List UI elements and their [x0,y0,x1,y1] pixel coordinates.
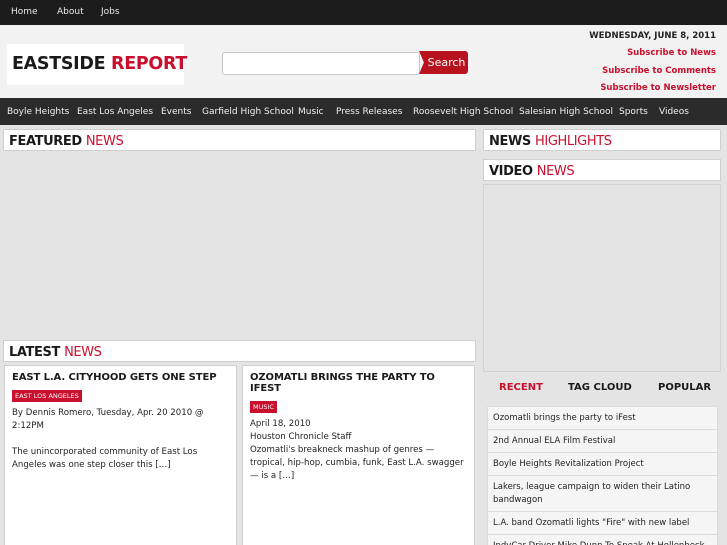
recent-post-link[interactable]: 2nd Annual ELA Film Festival [487,429,718,454]
category-events[interactable]: Events [161,107,191,117]
site-header: EASTSIDE REPORT Search WEDNESDAY, JUNE 8… [0,25,727,98]
highlights-heading-part1: NEWS [489,134,531,149]
category-garfield-high-school[interactable]: Garfield High School [202,107,294,117]
category-press-releases[interactable]: Press Releases [336,107,402,117]
nav-about-link[interactable]: About [57,7,84,17]
featured-heading-part2: NEWS [85,134,124,149]
latest-heading-part1: LATEST [9,345,60,360]
video-player-area[interactable] [483,184,721,372]
top-bar: Home About Jobs [0,0,727,25]
recent-post-link[interactable]: Lakers, league campaign to widen their L… [487,475,718,513]
latest-heading-part2: NEWS [64,345,102,360]
article-date: April 18, 2010 [250,419,311,429]
article-title-link[interactable]: OZOMATLI BRINGS THE PARTY TO IFEST [250,372,467,394]
nav-home-link[interactable]: Home [11,7,38,17]
tab-popular[interactable]: POPULAR [658,382,711,393]
nav-jobs-link[interactable]: Jobs [101,7,120,17]
category-music[interactable]: Music [298,107,324,117]
site-logo[interactable]: EASTSIDE REPORT [7,44,188,85]
category-salesian-high-school[interactable]: Salesian High School [519,107,613,117]
article-excerpt: Ozomatli's breakneck mashup of genres — … [250,445,464,481]
latest-news-card: EAST L.A. CITYHOOD GETS ONE STEP EAST LO… [4,365,237,545]
latest-news-card: OZOMATLI BRINGS THE PARTY TO IFEST MUSIC… [242,365,475,545]
video-news-heading: VIDEO NEWS [483,159,721,181]
article-excerpt: The unincorporated community of East Los… [12,447,198,470]
category-boyle-heights[interactable]: Boyle Heights [7,107,69,117]
article-title-link[interactable]: EAST L.A. CITYHOOD GETS ONE STEP [12,372,229,383]
recent-post-link[interactable]: Boyle Heights Revitalization Project [487,452,718,477]
recent-post-link[interactable]: Ozomatli brings the party to iFest [487,406,718,431]
search-input[interactable] [222,52,420,75]
tab-tag-cloud[interactable]: TAG CLOUD [568,382,632,393]
current-date: WEDNESDAY, JUNE 8, 2011 [589,31,716,41]
subscribe-newsletter-link[interactable]: Subscribe to Newsletter [600,83,716,93]
category-videos[interactable]: Videos [659,107,689,117]
recent-post-link[interactable]: L.A. band Ozomatli lights "Fire" with ne… [487,511,718,536]
category-badge[interactable]: EAST LOS ANGELES [12,390,82,402]
recent-post-link[interactable]: IndyCar Driver Mike Dunn To Speak At Hol… [487,534,718,545]
search-button[interactable]: Search [419,51,468,74]
video-heading-part2: NEWS [536,164,575,179]
featured-heading-part1: FEATURED [9,134,82,149]
latest-news-heading: LATEST NEWS [3,340,476,362]
article-byline: By Dennis Romero, Tuesday, Apr. 20 2010 … [12,408,204,431]
subscribe-news-link[interactable]: Subscribe to News [627,48,716,58]
category-sports[interactable]: Sports [619,107,648,117]
subscribe-comments-link[interactable]: Subscribe to Comments [602,66,716,76]
sidebar-tabs: RECENT TAG CLOUD POPULAR [483,380,721,399]
tab-recent[interactable]: RECENT [499,382,543,393]
featured-news-heading: FEATURED NEWS [3,129,476,151]
news-highlights-heading: NEWS HIGHLIGHTS [483,129,721,151]
category-east-los-angeles[interactable]: East Los Angeles [77,107,153,117]
video-heading-part1: VIDEO [489,164,533,179]
featured-news-area [3,151,476,339]
recent-posts-list: Ozomatli brings the party to iFest 2nd A… [483,402,721,545]
highlights-heading-part2: HIGHLIGHTS [535,134,612,149]
logo-text-part1: EASTSIDE [12,54,106,74]
category-nav: Boyle Heights East Los Angeles Events Ga… [0,98,727,125]
category-roosevelt-high-school[interactable]: Roosevelt High School [413,107,513,117]
article-source: Houston Chronicle Staff [250,432,352,442]
category-badge[interactable]: MUSIC [250,401,277,413]
logo-text-part2: REPORT [111,54,188,74]
